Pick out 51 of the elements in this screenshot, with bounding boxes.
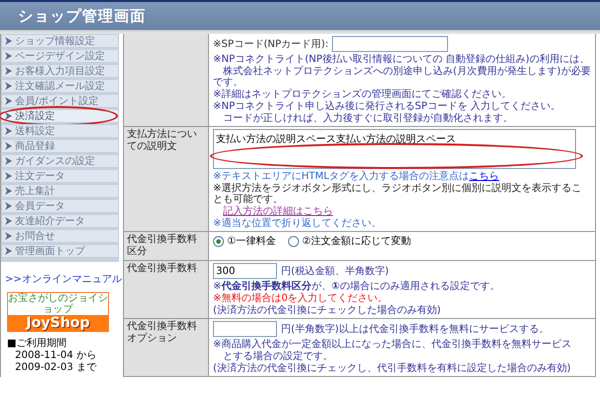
amount-input[interactable]: 300 (213, 263, 277, 279)
field-label: 代金引換手数料オプション (127, 321, 197, 344)
sidebar-item[interactable]: 会員データ (1, 199, 119, 213)
note-text: ※NPコネクトライト申し込み後に発行されるSPコードを 入力してください。 (213, 101, 562, 112)
sidebar-item[interactable]: ページデザイン設定 (1, 49, 119, 63)
sidebar-item[interactable]: 友達紹介データ (1, 214, 119, 228)
period-heading: ■ご利用期間 (7, 338, 68, 350)
sidebar-item[interactable]: ガイダンスの設定 (1, 154, 119, 168)
radio-option[interactable]: ①一律料金 (213, 234, 276, 248)
sidebar-item[interactable]: 売上集計 (1, 184, 119, 198)
unit-text: 円(半角数字)以上は代金引換手数料を無料にサービスする。 (281, 322, 549, 336)
radio-option[interactable]: ②注文金額に応じて変動 (288, 234, 411, 248)
sidebar-item[interactable]: 注文データ (1, 169, 119, 183)
sidebar-item[interactable]: 決済設定 (1, 109, 119, 123)
period-date: 2009-02-03 まで (15, 362, 98, 374)
sidebar-item[interactable]: お問合せ (1, 229, 119, 243)
note-text: ※代金引換手数料区分が、①の場合にのみ適用される設定です。 (213, 281, 501, 292)
field-label: 代金引換手数料 (127, 263, 197, 274)
note-text: ※選択方法をラジオボタン形式にし、ラジオボタン別に個別に説明文を表示することも可能です。 (213, 183, 582, 205)
field-label: 支払方法についての説明文 (127, 129, 197, 152)
detail-link[interactable]: 記入方法の詳細はこちら (213, 206, 333, 217)
field-label: ※SPコード(NPカード用): (213, 38, 328, 51)
note-text: ※適当な位置で折り返してください。 (213, 218, 382, 229)
note-text: ※商品購入代金が一定金額以上になった場合に、代金引換手数料を無料サービス (213, 339, 572, 350)
sidebar-item[interactable]: 送料設定 (1, 124, 119, 138)
unit-text: 円(税込金額、半角数字) (281, 264, 389, 278)
sidebar-item[interactable]: 会員/ポイント設定 (1, 94, 119, 108)
field-label: 代金引換手数料区分 (127, 234, 197, 257)
sidebar-item[interactable]: ショップ情報設定 (1, 34, 119, 48)
here-link[interactable]: こちら (469, 171, 500, 182)
note-text: ※NPコネクトライト(NP後払い取引情報についての 自動登録の仕組み)の利用には、 (213, 54, 590, 65)
shop-logo: お宝さがしのジョイショップ JoyShop (7, 292, 109, 332)
note-text: ※詳細はネットプロテクションズの管理画面にてご確認ください。 (213, 89, 512, 100)
note-text: (決済方法の代金引換にチェックした場合のみ有効) (213, 305, 442, 316)
sidebar-item[interactable]: 管理画面トップ (1, 244, 119, 258)
note-text: とする場合の設定です。 (222, 351, 334, 362)
period-date: 2008-11-04 から (15, 350, 98, 362)
amount-input[interactable] (213, 321, 277, 337)
note-text: (決済方法の代金引換にチェックし、代引手数料を有料に設定した場合のみ有効) (213, 363, 572, 374)
note-text: コードが正しければ、入力後すぐに取引登録が自動化されます。 (222, 113, 514, 124)
radio-button[interactable] (288, 236, 299, 246)
note-text: ※テキストエリアにHTMLタグを入力する場合の注意点はこちら (213, 171, 500, 182)
sidebar-item[interactable]: 商品登録 (1, 139, 119, 153)
sidebar-item[interactable]: お客様入力項目設定 (1, 64, 119, 78)
page-title: ショップ管理画面 (18, 6, 146, 26)
sidebar-item[interactable]: 注文確認メール設定 (1, 79, 119, 93)
warning-note: ※無料の場合は0を入力してください。 (213, 293, 389, 304)
note-text: 株式会社ネットプロテクションズへの別途申し込み(月次費用が発生します)が必要です。 (213, 66, 591, 88)
description-textarea[interactable]: 支払い方法の説明スペース支払い方法の説明スペース (213, 129, 576, 169)
code-input[interactable] (332, 36, 448, 52)
radio-button[interactable] (213, 236, 224, 246)
